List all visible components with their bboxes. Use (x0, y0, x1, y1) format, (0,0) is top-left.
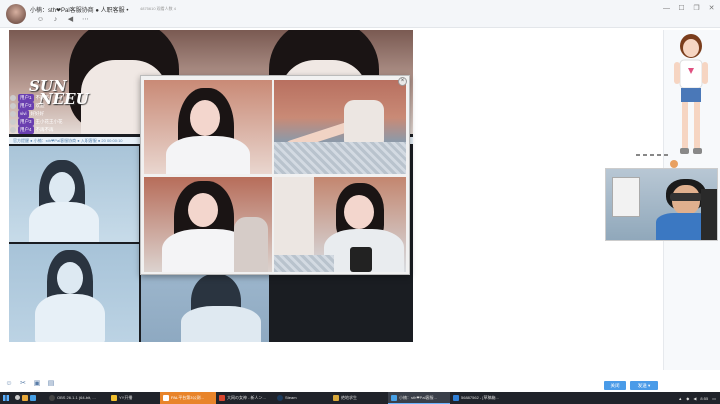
tray-icon[interactable]: ▲ (678, 396, 682, 401)
taskbar-item-pubg[interactable]: 绝地求生 (330, 392, 388, 404)
mic-icon[interactable]: ♪ (51, 15, 60, 24)
window-controls: — ☐ ❐ ✕ (662, 4, 716, 13)
taskbar: OBS 26.1.1 (64-bit, ... YY开播 PAL平台第3公测..… (0, 392, 720, 404)
notification-icon[interactable]: ▭ (712, 396, 716, 401)
volume-icon[interactable]: ◀ (693, 396, 696, 401)
camera-blue-2 (9, 244, 139, 342)
window-title: 小楠：sth❤Pal客服协商 ● 人职客服 • (30, 8, 129, 14)
system-tray: ▲ ◆ ◀ 8:55 ▭ (678, 392, 716, 404)
image-icon[interactable]: ▣ (33, 380, 41, 388)
folder-icon[interactable]: ▤ (47, 380, 55, 388)
chat-line: 用户2 欢迎 (10, 102, 98, 110)
camera-blue-1 (9, 146, 139, 242)
popup-cam-2 (274, 80, 406, 174)
network-icon[interactable]: ◆ (686, 396, 689, 401)
popup-cam-1 (144, 80, 272, 174)
status-face-icon (670, 160, 678, 168)
taskbar-item-steam[interactable]: Steam (274, 392, 330, 404)
app-window: 小楠：sth❤Pal客服协商 ● 人职客服 • 4875610 观看人数 4 ☺… (0, 0, 720, 404)
avatar[interactable] (6, 4, 26, 24)
close-icon[interactable]: ✕ (707, 4, 716, 13)
speaker-icon[interactable]: ◀ (66, 15, 75, 24)
title-bar: 小楠：sth❤Pal客服协商 ● 人职客服 • 4875610 观看人数 4 ☺… (0, 0, 720, 28)
avatar-figure[interactable] (664, 30, 718, 160)
scissors-icon[interactable]: ✂ (19, 380, 27, 388)
close-button[interactable]: 关闭 (604, 381, 626, 390)
taskbar-item-yy[interactable]: YY开播 (108, 392, 160, 404)
start-button[interactable] (0, 392, 12, 404)
window-subtitle: 4875610 观看人数 4 (140, 6, 177, 11)
clock[interactable]: 8:55 (700, 396, 708, 401)
taskbar-item-pal[interactable]: PAL平台第3公测... (160, 392, 216, 404)
more-icon[interactable]: ⋯ (81, 15, 90, 24)
taskbar-item-draft[interactable]: 56887562 - [草稿箱... (450, 392, 510, 404)
slide-indicator[interactable] (636, 154, 668, 156)
popup-close-button[interactable]: × (398, 77, 407, 86)
restore-icon[interactable]: ❐ (692, 4, 701, 13)
taskbar-item-chat[interactable]: 小楠：sth❤Pal客服... (388, 392, 450, 404)
chat-line: 用户3 王小花王小花 (10, 118, 98, 126)
chat-line: vivi 好好好 (10, 110, 98, 118)
popup-window[interactable]: × (140, 75, 410, 275)
input-toolbar: ☺ ✂ ▣ ▤ (5, 380, 55, 388)
taskbar-item-obs[interactable]: OBS 26.1.1 (64-bit, ... (46, 392, 108, 404)
taskbar-item-browser[interactable]: 大网の女神 - 新人ン... (216, 392, 274, 404)
maximize-icon[interactable]: ☐ (677, 4, 686, 13)
emoji-icon[interactable]: ☺ (36, 15, 45, 24)
chat-line: 用户4 不再不再 (10, 126, 98, 134)
popup-cam-3 (144, 177, 272, 272)
send-button[interactable]: 发送 ▾ (630, 381, 658, 390)
taskbar-item-search[interactable] (12, 392, 46, 404)
popup-cam-4 (274, 177, 406, 272)
chat-line: 用户1 不期不 (10, 94, 98, 102)
streamer-webcam[interactable] (605, 168, 718, 241)
chat-overlay: 用户1 不期不 用户2 欢迎 vivi 好好好 用户3 王小花王小花 用户4 不再不再 (10, 94, 98, 134)
smile-icon[interactable]: ☺ (5, 380, 13, 388)
minimize-icon[interactable]: — (662, 4, 671, 13)
title-toolbar: ☺ ♪ ◀ ⋯ (36, 15, 90, 24)
